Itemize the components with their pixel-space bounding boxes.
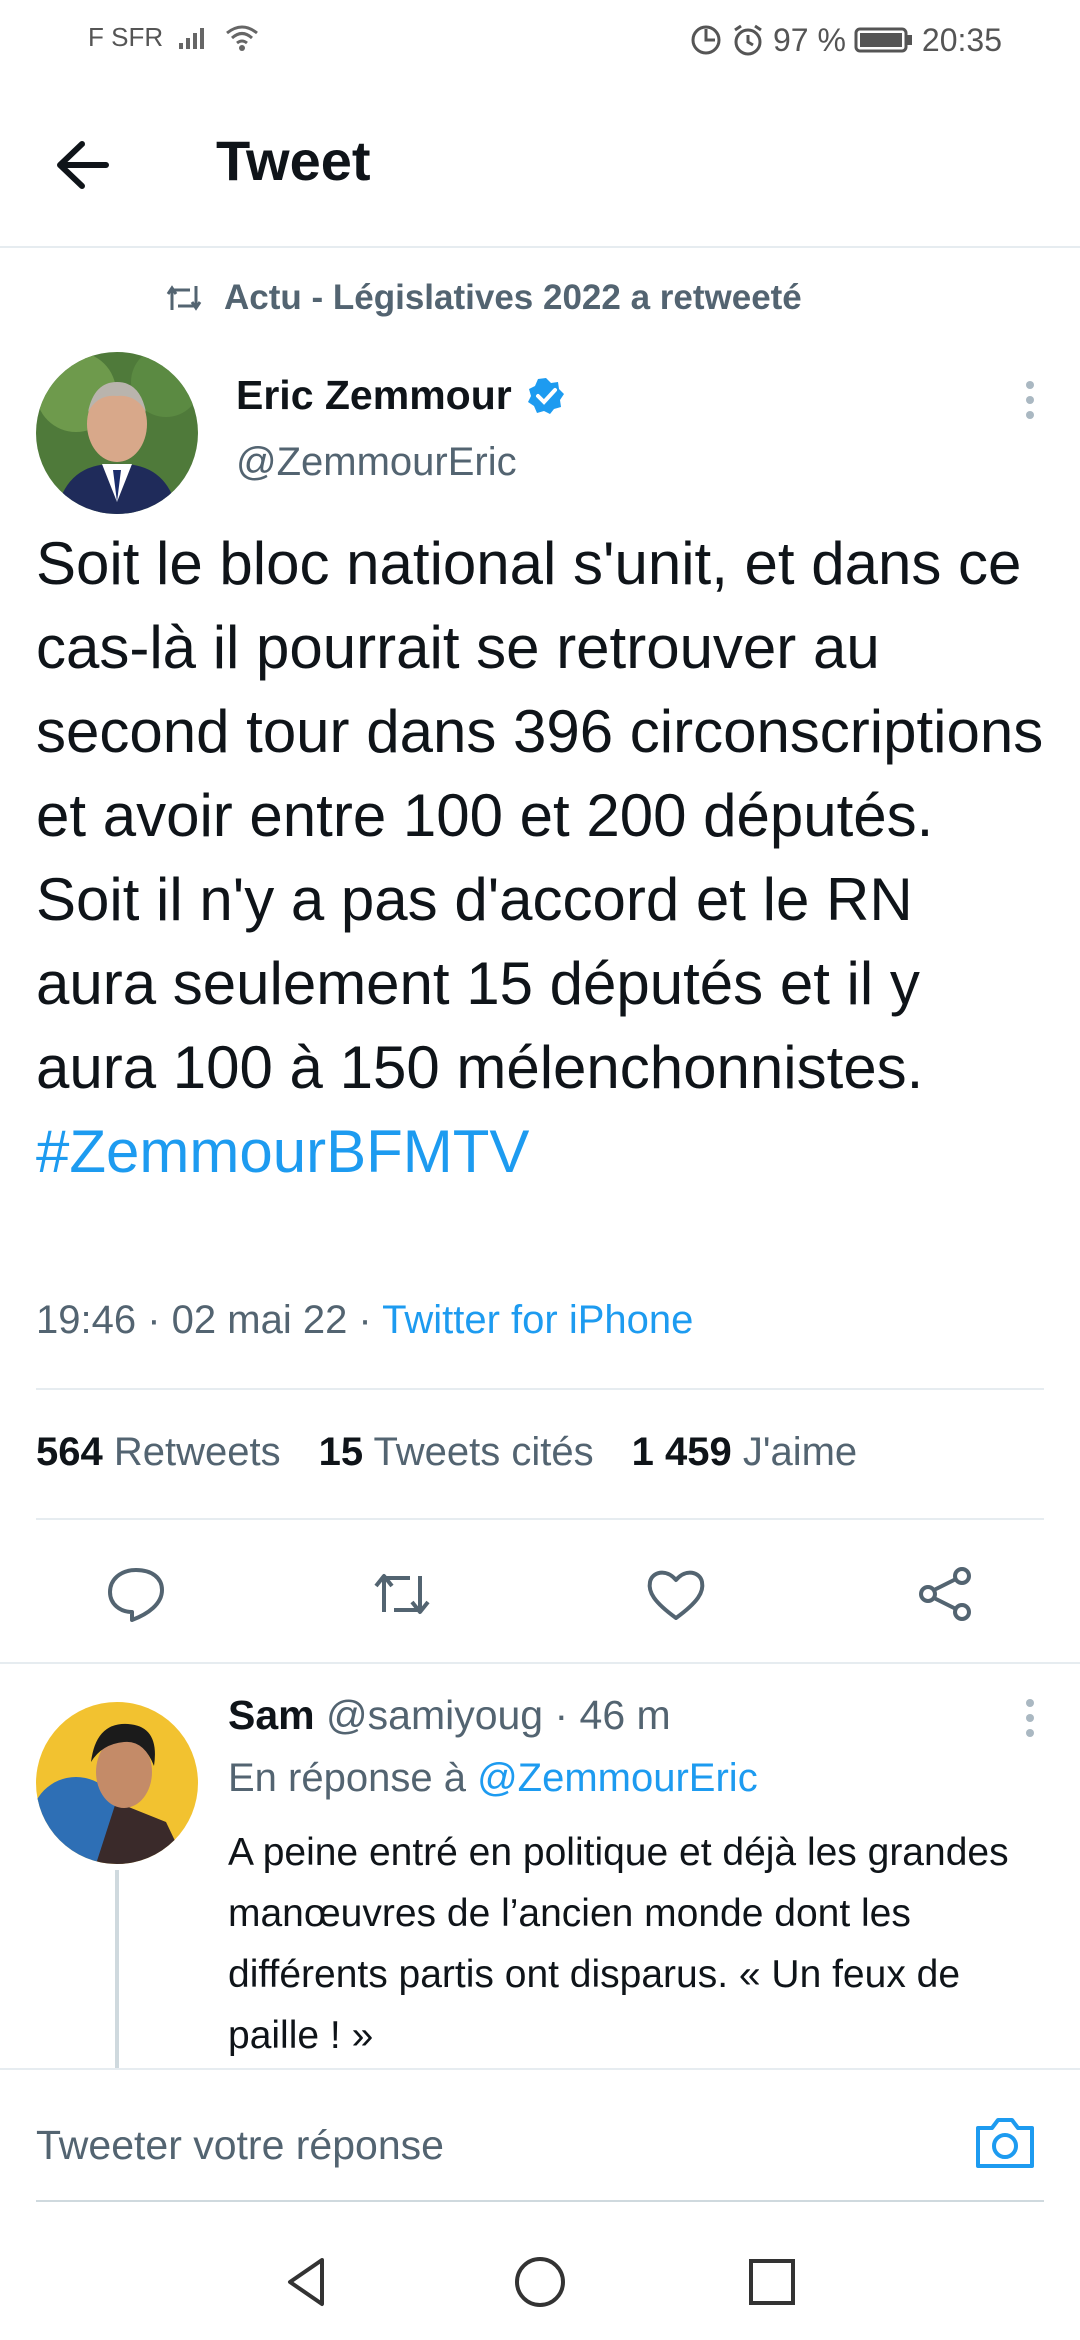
likes-count: 1 459 (631, 1430, 732, 1474)
stats-divider (36, 1518, 1044, 1520)
retweet-context-label: Actu - Législatives 2022 a retweeté (224, 278, 802, 317)
tweet-source[interactable]: Twitter for iPhone (382, 1298, 693, 1342)
likes-label: J'aime (742, 1430, 858, 1474)
quotes-label: Tweets cités (373, 1430, 594, 1474)
header-divider (0, 246, 1080, 248)
tweet-body: Soit le bloc national s'unit, et dans ce… (36, 530, 1044, 1101)
author-avatar[interactable] (36, 352, 198, 514)
nav-recents-icon[interactable] (742, 2252, 802, 2312)
battery-icon (854, 27, 912, 53)
nav-home-icon[interactable] (510, 2252, 570, 2312)
tweet-stats: 564 Retweets 15 Tweets cités 1 459 J'aim… (36, 1430, 857, 1475)
retweets-stat[interactable]: 564 Retweets (36, 1430, 281, 1475)
quotes-count: 15 (318, 1430, 364, 1474)
retweet-context[interactable]: Actu - Législatives 2022 a retweeté (164, 278, 802, 318)
wifi-icon (226, 25, 259, 51)
tweet-meta: 19:46 · 02 mai 22 · Twitter for iPhone (36, 1298, 693, 1343)
retweet-action-icon[interactable] (370, 1562, 434, 1626)
carrier-label: F SFR (88, 22, 164, 52)
reply-more-options-icon[interactable] (1020, 1698, 1040, 1738)
tweet-text: Soit le bloc national s'unit, et dans ce… (36, 522, 1046, 1194)
reply-text[interactable]: A peine entré en politique et déjà les g… (228, 1822, 1048, 2066)
more-options-icon[interactable] (1020, 380, 1040, 420)
compose-top-divider (0, 2068, 1080, 2070)
retweets-label: Retweets (113, 1430, 281, 1474)
tweet-timestamp: 19:46 · 02 mai 22 · (36, 1298, 383, 1342)
page-title: Tweet (216, 129, 371, 192)
compose-underline (36, 2200, 1044, 2202)
alarm-icon (734, 24, 762, 56)
thread-line (115, 1870, 119, 2070)
signal-icon (179, 27, 205, 49)
status-time: 20:35 (921, 22, 1002, 58)
share-icon[interactable] (914, 1562, 978, 1626)
nav-back-icon[interactable] (278, 2252, 338, 2312)
like-icon[interactable] (644, 1562, 708, 1626)
back-arrow-icon[interactable] (48, 130, 128, 200)
data-saver-icon (691, 25, 721, 55)
status-bar-right: 97 % 20:35 (689, 18, 1002, 62)
battery-percent: 97 % (772, 22, 846, 58)
author-handle[interactable]: @ZemmourEric (236, 440, 517, 485)
author-name[interactable]: Eric Zemmour (236, 372, 566, 419)
reply-avatar[interactable] (36, 1702, 198, 1864)
meta-divider (36, 1388, 1044, 1390)
verified-badge-icon (527, 377, 564, 414)
reply-compose-input[interactable]: Tweeter votre réponse (36, 2122, 444, 2169)
reply-handle-time: @samiyoug · 46 m (326, 1692, 671, 1738)
retweet-icon (166, 285, 202, 311)
reply-to: En réponse à @ZemmourEric (228, 1756, 758, 1801)
reply-header[interactable]: Sam @samiyoug · 46 m (228, 1692, 671, 1739)
quotes-stat[interactable]: 15 Tweets cités (319, 1430, 594, 1475)
actions-divider (0, 1662, 1080, 1664)
reply-icon[interactable] (104, 1562, 168, 1626)
camera-icon[interactable] (970, 2108, 1040, 2178)
status-bar-left: F SFR (88, 22, 259, 53)
tweet-hashtag[interactable]: #ZemmourBFMTV (36, 1110, 1046, 1194)
retweets-count: 564 (36, 1430, 103, 1474)
reply-to-handle[interactable]: @ZemmourEric (477, 1756, 758, 1800)
author-name-label: Eric Zemmour (236, 372, 512, 418)
likes-stat[interactable]: 1 459 J'aime (632, 1430, 858, 1475)
reply-author-name: Sam (228, 1692, 315, 1738)
reply-to-label: En réponse à (228, 1756, 478, 1800)
